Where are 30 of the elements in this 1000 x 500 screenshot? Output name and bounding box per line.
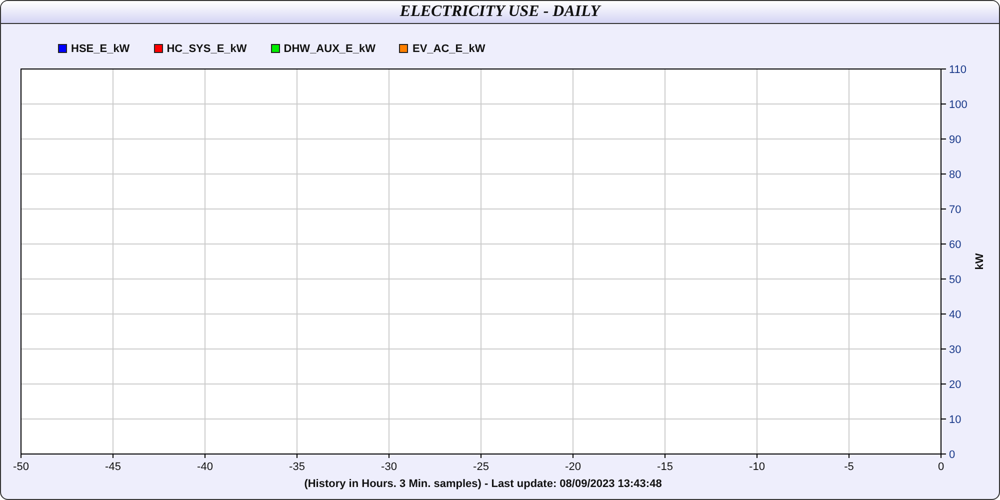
axis-tick-label: -20 <box>565 461 581 473</box>
axis-tick-label: 10 <box>949 414 962 426</box>
legend-label: EV_AC_E_kW <box>412 42 486 54</box>
axis-tick-label: 20 <box>949 379 962 391</box>
axis-tick-label: 100 <box>949 99 968 111</box>
axis-tick-label: -40 <box>197 461 213 473</box>
axis-tick-label: 110 <box>949 64 967 76</box>
axis-tick-label: -35 <box>289 461 305 473</box>
axis-tick-label: 50 <box>949 274 962 286</box>
axis-title: (History in Hours. 3 Min. samples) - Last update: 08/09/2023 13:43:48 <box>304 478 662 490</box>
axis-tick-label: 60 <box>949 239 962 251</box>
axis-tick-label: 80 <box>949 169 962 181</box>
axis-tick-label: 90 <box>949 134 962 146</box>
axis-tick-label: -25 <box>473 461 489 473</box>
axis-tick-label: -15 <box>657 461 673 473</box>
axis-tick-label: -30 <box>381 461 397 473</box>
legend-label: DHW_AUX_E_kW <box>284 42 376 54</box>
window-title: ELECTRICITY USE - DAILY <box>400 3 600 21</box>
axis-tick-label: 40 <box>949 309 962 321</box>
axis-tick-label: -50 <box>13 461 29 473</box>
axis-tick-label: 70 <box>949 204 962 216</box>
axis-tick-label: 30 <box>949 344 962 356</box>
axis-tick-label: -10 <box>749 461 765 473</box>
axis-tick-label: 0 <box>938 461 944 473</box>
legend-label: HC_SYS_E_kW <box>166 42 247 54</box>
axis-title: kW <box>974 253 986 270</box>
axis-tick-label: -45 <box>105 461 121 473</box>
axis-tick-label: -5 <box>844 461 854 473</box>
axis-tick-label: 0 <box>949 449 956 461</box>
legend-label: HSE_E_kW <box>71 42 130 54</box>
